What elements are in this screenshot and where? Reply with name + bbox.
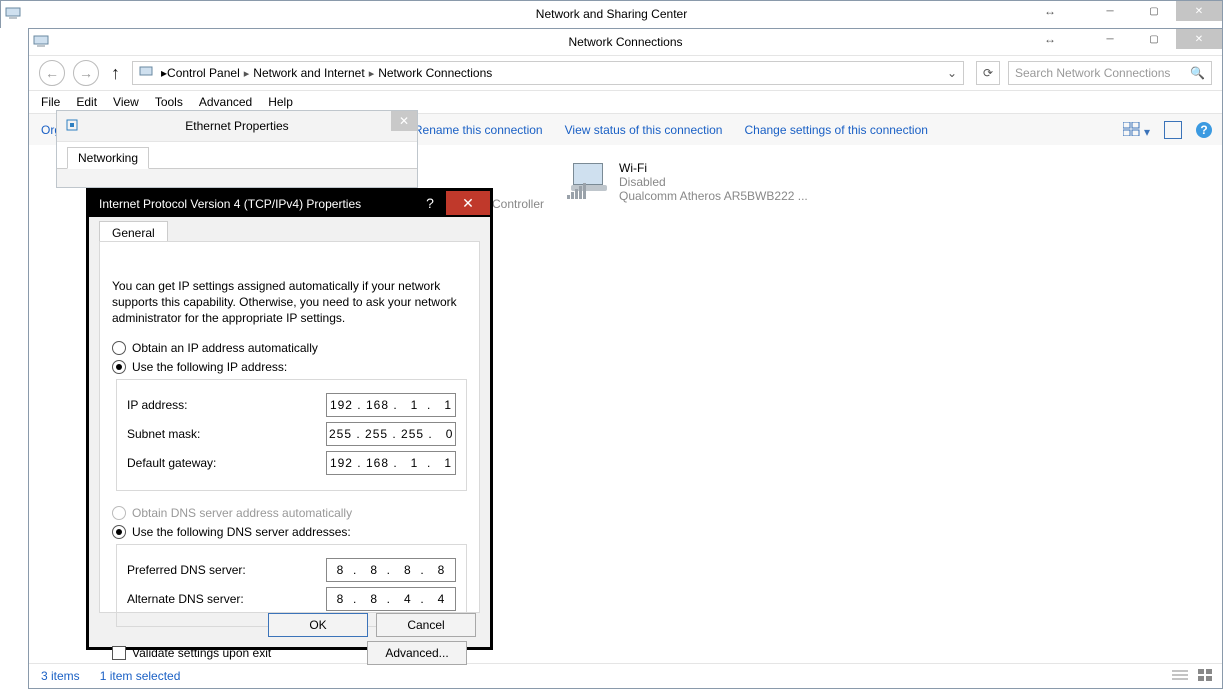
wifi-status: Disabled: [619, 175, 808, 189]
ok-button[interactable]: OK: [268, 613, 368, 637]
ipv4-titlebar[interactable]: Internet Protocol Version 4 (TCP/IPv4) P…: [89, 191, 490, 217]
ipv4-properties-dialog: Internet Protocol Version 4 (TCP/IPv4) P…: [86, 188, 493, 650]
rename-connection-button[interactable]: Rename this connection: [414, 123, 543, 137]
view-large-icons-icon[interactable]: [1198, 669, 1212, 684]
use-dns-radio[interactable]: Use the following DNS server addresses:: [112, 525, 467, 539]
back-button[interactable]: ←: [39, 60, 65, 86]
obtain-dns-auto-radio: Obtain DNS server address automatically: [112, 506, 467, 520]
location-icon: [139, 65, 155, 82]
subnet-mask-label: Subnet mask:: [127, 427, 200, 441]
parent-minimize-button[interactable]: ─: [1088, 1, 1132, 21]
wifi-connection-item[interactable]: Wi-Fi Disabled Qualcomm Atheros AR5BWB22…: [567, 161, 817, 203]
validate-settings-checkbox[interactable]: Validate settings upon exit: [112, 646, 271, 660]
ethernet-properties-dialog: Ethernet Properties ✕ Networking: [56, 110, 418, 188]
search-input[interactable]: Search Network Connections 🔍: [1008, 61, 1212, 85]
menu-advanced[interactable]: Advanced: [199, 95, 252, 109]
status-bar: 3 items 1 item selected: [29, 663, 1222, 688]
advanced-button[interactable]: Advanced...: [367, 641, 467, 665]
ipv4-close-button[interactable]: ✕: [446, 191, 490, 215]
ethernet-properties-close-button[interactable]: ✕: [391, 111, 417, 131]
address-bar: ← → ↑ ▸ Control Panel ▸ Network and Inte…: [29, 56, 1222, 91]
breadcrumb-control-panel[interactable]: Control Panel: [167, 66, 240, 80]
parent-maximize-button[interactable]: ▢: [1132, 1, 1176, 21]
search-icon: 🔍: [1190, 66, 1205, 80]
breadcrumb-sep-icon: ▸: [369, 67, 375, 80]
menu-help[interactable]: Help: [268, 95, 293, 109]
wifi-device: Qualcomm Atheros AR5BWB222 ...: [619, 189, 808, 203]
subnet-mask-input[interactable]: [326, 422, 456, 446]
preview-pane-icon[interactable]: [1164, 121, 1182, 139]
refresh-button[interactable]: ⟳: [976, 61, 1000, 85]
up-button[interactable]: ↑: [111, 63, 120, 84]
parent-close-button[interactable]: ✕: [1176, 1, 1222, 21]
forward-button[interactable]: →: [73, 60, 99, 86]
minimize-button[interactable]: ─: [1088, 29, 1132, 49]
ip-fieldset: IP address: Subnet mask: Default gateway…: [116, 379, 467, 491]
menu-file[interactable]: File: [41, 95, 60, 109]
obtain-ip-auto-label: Obtain an IP address automatically: [132, 341, 318, 355]
default-gateway-input[interactable]: [326, 451, 456, 475]
ipv4-description: You can get IP settings assigned automat…: [112, 278, 467, 327]
obtain-ip-auto-radio[interactable]: Obtain an IP address automatically: [112, 341, 467, 355]
use-ip-label: Use the following IP address:: [132, 360, 287, 374]
wifi-icon: [567, 161, 611, 199]
search-placeholder: Search Network Connections: [1015, 66, 1170, 80]
ethernet-properties-title: Ethernet Properties: [57, 111, 417, 141]
wifi-name: Wi-Fi: [619, 161, 808, 175]
ip-address-label: IP address:: [127, 398, 187, 412]
ipv4-title: Internet Protocol Version 4 (TCP/IPv4) P…: [99, 197, 361, 211]
view-status-button[interactable]: View status of this connection: [565, 123, 723, 137]
change-settings-button[interactable]: Change settings of this connection: [744, 123, 927, 137]
status-item-count: 3 items: [41, 669, 80, 683]
status-selected-count: 1 item selected: [100, 669, 181, 683]
alternate-dns-label: Alternate DNS server:: [127, 592, 244, 606]
menu-edit[interactable]: Edit: [76, 95, 97, 109]
menu-view[interactable]: View: [113, 95, 139, 109]
ipv4-help-button[interactable]: ?: [418, 191, 442, 215]
maximize-button[interactable]: ▢: [1132, 29, 1176, 49]
resize-arrows-icon: ↔: [1028, 29, 1072, 49]
alternate-dns-input[interactable]: [326, 587, 456, 611]
ethernet-controller-partial: Controller: [492, 197, 544, 211]
breadcrumb-network-connections[interactable]: Network Connections: [378, 66, 492, 80]
cancel-button[interactable]: Cancel: [376, 613, 476, 637]
breadcrumb-network-internet[interactable]: Network and Internet: [253, 66, 364, 80]
help-icon[interactable]: ?: [1196, 122, 1212, 138]
obtain-dns-auto-label: Obtain DNS server address automatically: [132, 506, 352, 520]
ip-address-input[interactable]: [326, 393, 456, 417]
preferred-dns-input[interactable]: [326, 558, 456, 582]
use-ip-radio[interactable]: Use the following IP address:: [112, 360, 467, 374]
use-dns-label: Use the following DNS server addresses:: [132, 525, 351, 539]
networking-tab[interactable]: Networking: [67, 147, 149, 169]
parent-window-titlebar: Network and Sharing Center ↔ ─ ▢ ✕: [0, 0, 1223, 28]
default-gateway-label: Default gateway:: [127, 456, 216, 470]
validate-settings-label: Validate settings upon exit: [132, 646, 271, 660]
breadcrumb-sep-icon: ▸: [244, 67, 250, 80]
preferred-dns-label: Preferred DNS server:: [127, 563, 246, 577]
breadcrumb-dropdown-icon[interactable]: ⌄: [947, 66, 957, 80]
menu-tools[interactable]: Tools: [155, 95, 183, 109]
close-button[interactable]: ✕: [1176, 29, 1222, 49]
view-layout-icon[interactable]: ▾: [1123, 122, 1150, 139]
resize-arrows-icon: ↔: [1028, 1, 1072, 21]
view-details-icon[interactable]: [1172, 669, 1188, 684]
